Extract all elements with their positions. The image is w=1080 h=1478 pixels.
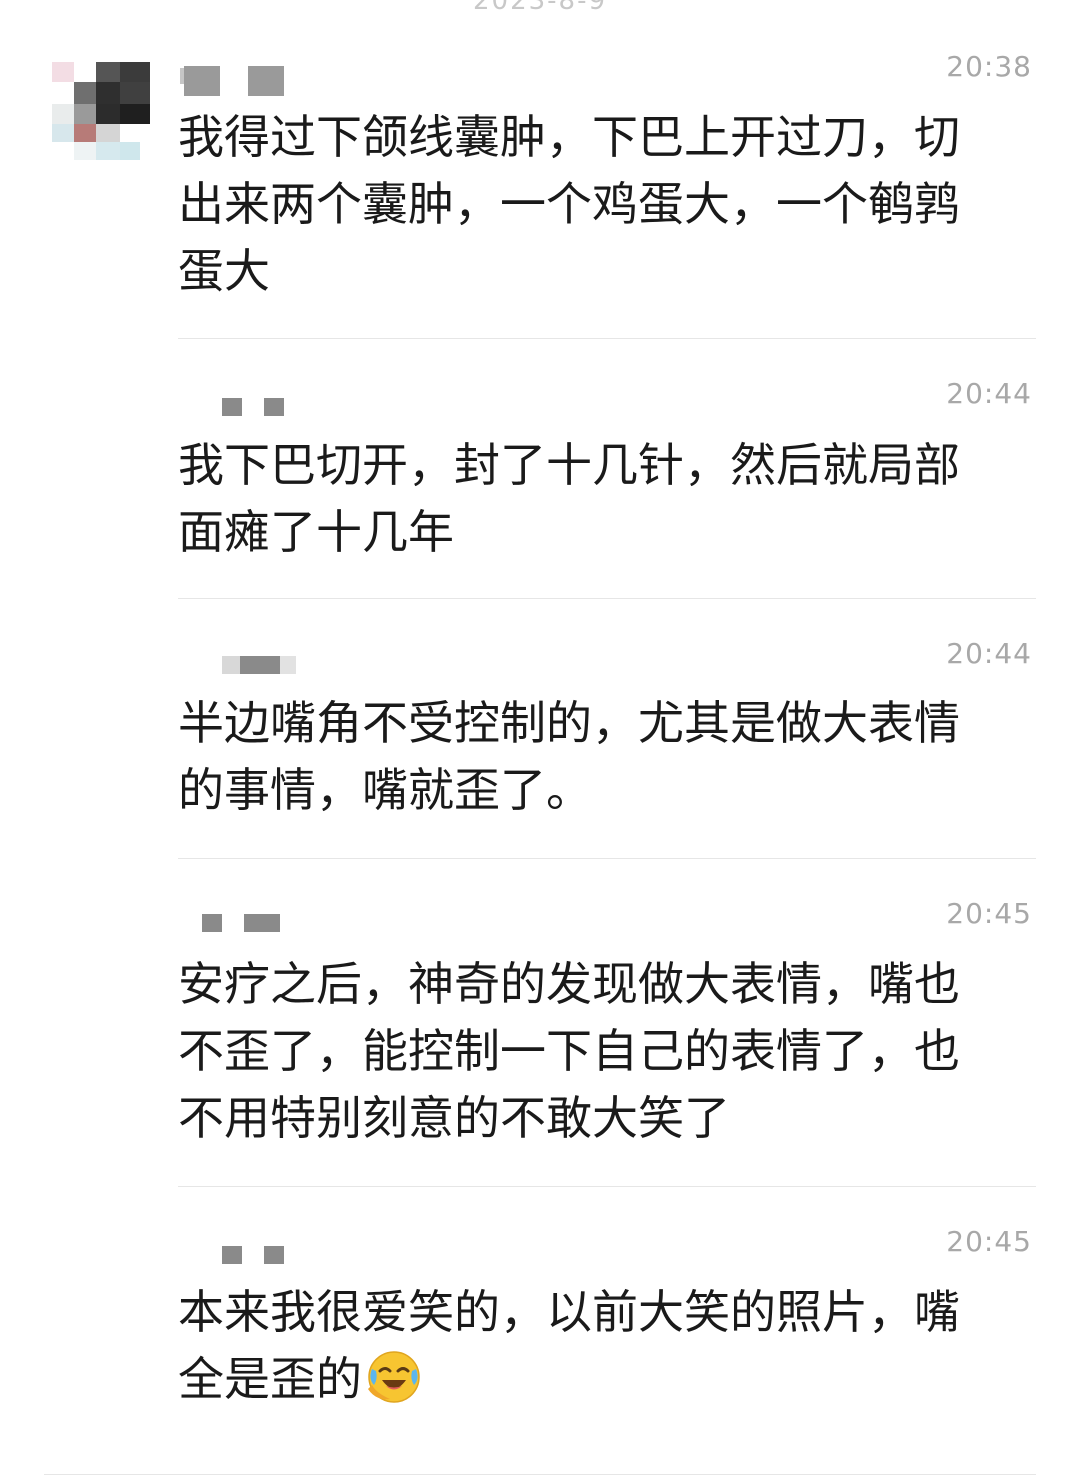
sender-name-blurred bbox=[202, 914, 280, 932]
message-time: 20:44 bbox=[946, 637, 1032, 670]
message-text: 安疗之后，神奇的发现做大表情，嘴也不歪了，能控制一下自己的表情了，也不用特别刻意… bbox=[178, 957, 960, 1145]
message-divider bbox=[178, 338, 1036, 339]
laughing-crying-emoji-icon bbox=[366, 1349, 422, 1423]
sender-name-blurred bbox=[184, 66, 284, 96]
message-time: 20:45 bbox=[946, 1225, 1032, 1258]
message-time: 20:45 bbox=[946, 897, 1032, 930]
message-divider bbox=[178, 598, 1036, 599]
message-text-content: 本来我很爱笑的，以前大笑的照片，嘴全是歪的 bbox=[178, 1285, 960, 1406]
message-text: 半边嘴角不受控制的，尤其是做大表情的事情，嘴就歪了。 bbox=[178, 696, 960, 817]
message-text: 我下巴切开，封了十几针，然后就局部面瘫了十几年 bbox=[178, 438, 960, 559]
sender-name-blurred bbox=[222, 398, 284, 416]
message-text: 本来我很爱笑的，以前大笑的照片，嘴全是歪的 bbox=[178, 1279, 998, 1423]
message-text: 我得过下颌线囊肿，下巴上开过刀，切出来两个囊肿，一个鸡蛋大，一个鹌鹑蛋大 bbox=[178, 110, 960, 298]
message-divider bbox=[178, 858, 1036, 859]
date-header: 2023-8-9 bbox=[472, 0, 607, 16]
message-divider bbox=[178, 1186, 1036, 1187]
message-time: 20:38 bbox=[946, 50, 1032, 83]
bottom-divider bbox=[44, 1474, 1036, 1475]
sender-name-blurred bbox=[222, 656, 296, 674]
message-time: 20:44 bbox=[946, 377, 1032, 410]
sender-name-blurred bbox=[222, 1246, 284, 1264]
avatar[interactable] bbox=[52, 62, 152, 162]
